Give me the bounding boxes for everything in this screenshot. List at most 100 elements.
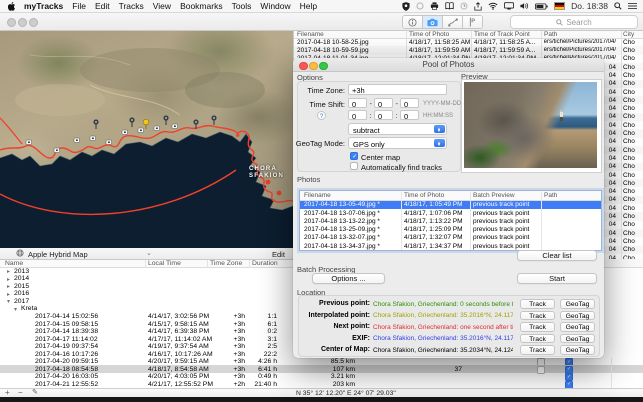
geotag-button[interactable]: GeoTag [560, 299, 595, 309]
chevron-down-icon[interactable]: ⌄ [146, 249, 152, 257]
col-filename[interactable]: Filename [304, 192, 331, 199]
notification-center-icon[interactable] [628, 2, 637, 10]
book-icon[interactable] [445, 2, 454, 10]
wifi-icon[interactable] [488, 2, 498, 10]
share-icon[interactable] [474, 2, 482, 11]
center-map-checkbox[interactable] [350, 152, 358, 160]
map-provider-select[interactable]: Apple Hybrid Map [28, 250, 88, 259]
cell-city: Cho [623, 72, 643, 79]
dot-circle-icon[interactable] [416, 2, 424, 10]
cell-path-tail: 04 [605, 105, 616, 112]
pencil-icon[interactable]: ✎ [32, 388, 38, 396]
col-path[interactable]: Path [544, 31, 557, 38]
col-name[interactable]: Name [5, 260, 23, 267]
track-button[interactable]: Track [520, 345, 555, 355]
shift-mode-dropdown[interactable]: subtract [348, 123, 447, 135]
add-track-button[interactable]: + [5, 388, 10, 397]
track-path-icon[interactable] [443, 16, 463, 28]
track-button[interactable]: Track [520, 334, 555, 344]
geotag-mode-dropdown[interactable]: GPS only [348, 137, 447, 149]
info-circle-icon[interactable] [403, 16, 423, 28]
track-row[interactable]: 2017-04-20 16:03:054/20/17, 4:03:05 PM+3… [0, 373, 643, 381]
track-row[interactable]: 2017-04-20 09:59:154/20/17, 9:59:15 AM+3… [0, 358, 643, 366]
map-edit-button[interactable]: Edit [272, 250, 285, 259]
volume-icon[interactable] [520, 2, 529, 10]
geotag-button[interactable]: GeoTag [560, 322, 595, 332]
track-button[interactable]: Track [520, 322, 555, 332]
cell-city: Cho [623, 147, 643, 154]
shift-day-field[interactable]: 0 [400, 98, 419, 108]
dialog-photo-row[interactable]: 2017-04-18 13-05-49.jpg *4/18/17, 1:05:4… [300, 201, 601, 209]
map-canvas[interactable]: CHORASFAKION Legal [0, 30, 293, 248]
cell-name: 2017-04-17 11:14:02 [35, 336, 98, 343]
col-filename[interactable]: Filename [297, 31, 324, 38]
track-button[interactable]: Track [520, 311, 555, 321]
col-city[interactable]: City [623, 31, 634, 38]
cell-city: Cho [623, 238, 643, 245]
row-visible-checkbox[interactable] [565, 381, 573, 388]
window-minimize-button[interactable] [18, 18, 27, 27]
shift-month-field[interactable]: 0 [374, 98, 393, 108]
dialog-titlebar[interactable]: Pool of Photos [293, 58, 604, 72]
battery-icon[interactable] [535, 3, 548, 10]
geotag-button[interactable]: GeoTag [560, 334, 595, 344]
menu-view[interactable]: View [153, 1, 171, 11]
time-zone-field[interactable]: +3h [348, 84, 447, 95]
menu-tracks[interactable]: Tracks [119, 1, 144, 11]
remove-track-button[interactable]: − [18, 388, 23, 397]
dialog-photo-row[interactable]: 2017-04-18 13-13-22.jpg *4/18/17, 1:13:2… [300, 217, 601, 225]
printer-icon[interactable] [430, 2, 439, 10]
auto-find-tracks-checkbox[interactable] [350, 162, 358, 170]
col-local-time[interactable]: Local Time [148, 260, 181, 267]
dialog-photo-row[interactable]: 2017-04-18 13-32-07.jpg *4/18/17, 1:32:0… [300, 234, 601, 242]
dialog-photo-row[interactable]: 2017-04-18 13-25-09.jpg *4/18/17, 1:25:0… [300, 225, 601, 233]
menu-bar-status-area: Do. 18:38 [402, 1, 637, 11]
menu-edit[interactable]: Edit [95, 1, 110, 11]
start-button[interactable]: Start [517, 273, 597, 284]
search-input[interactable]: Search [510, 15, 638, 29]
clear-list-button[interactable]: Clear list [517, 250, 597, 261]
col-time-of-photo[interactable]: Time of Photo [409, 31, 449, 38]
shield-icon[interactable] [402, 2, 410, 11]
apple-menu-icon[interactable] [8, 2, 16, 11]
cell-time: 4/18/17, 1:34:37 PM [404, 243, 468, 250]
cell-time: 4/18/17, 1:32:07 PM [404, 234, 468, 241]
flag-p-icon[interactable]: P [463, 16, 482, 28]
menu-help[interactable]: Help [300, 1, 317, 11]
display-icon[interactable] [504, 2, 514, 10]
clock-icon[interactable] [460, 2, 468, 10]
menu-window[interactable]: Window [260, 1, 290, 11]
menubar-clock[interactable]: Do. 18:38 [571, 1, 608, 11]
col-duration[interactable]: Duration [252, 260, 278, 267]
shift-second-field[interactable]: 0 [400, 110, 419, 120]
date-format-hint: YYYY-MM-DD [423, 101, 461, 107]
photo-pool-row[interactable]: 2017-04-18 10-59-59.jpg4/18/17, 11:59:59… [294, 46, 643, 54]
col-time-of-track-point[interactable]: Time of Track Point [474, 31, 530, 38]
menu-tools[interactable]: Tools [232, 1, 252, 11]
col-path[interactable]: Path [544, 192, 557, 199]
col-batch-preview[interactable]: Batch Preview [473, 192, 515, 199]
camera-icon[interactable] [423, 16, 443, 28]
spotlight-icon[interactable] [614, 2, 622, 10]
shift-year-field[interactable]: 0 [348, 98, 367, 108]
col-time-zone[interactable]: Time Zone [210, 260, 242, 267]
shift-hour-field[interactable]: 0 [348, 110, 367, 120]
menu-bookmarks[interactable]: Bookmarks [180, 1, 223, 11]
track-row[interactable]: 2017-04-21 12:55:524/21/17, 12:55:52 PM+… [0, 380, 643, 388]
geotag-button[interactable]: GeoTag [560, 311, 595, 321]
dialog-photo-row[interactable]: 2017-04-18 13-07-06.jpg *4/18/17, 1:07:0… [300, 209, 601, 217]
shift-minute-field[interactable]: 0 [374, 110, 393, 120]
app-menu-title[interactable]: myTracks [24, 1, 63, 11]
keyboard-layout-de-flag[interactable] [554, 2, 565, 10]
photo-pool-row[interactable]: 2017-04-18 10-58-25.jpg4/18/17, 11:58:25… [294, 38, 643, 46]
window-close-button[interactable] [7, 18, 16, 27]
track-button[interactable]: Track [520, 299, 555, 309]
geotag-button[interactable]: GeoTag [560, 345, 595, 355]
track-row[interactable]: 2017-04-18 08:54:584/18/17, 8:54:58 AM+3… [0, 365, 643, 373]
batch-options-button[interactable]: Options ... [312, 273, 385, 284]
help-button[interactable]: ? [317, 111, 326, 120]
col-time-of-photo[interactable]: Time of Photo [404, 192, 444, 199]
window-zoom-button[interactable] [29, 18, 38, 27]
cell-local-time: 4/21/17, 12:55:52 PM [148, 381, 213, 388]
menu-file[interactable]: File [72, 1, 86, 11]
